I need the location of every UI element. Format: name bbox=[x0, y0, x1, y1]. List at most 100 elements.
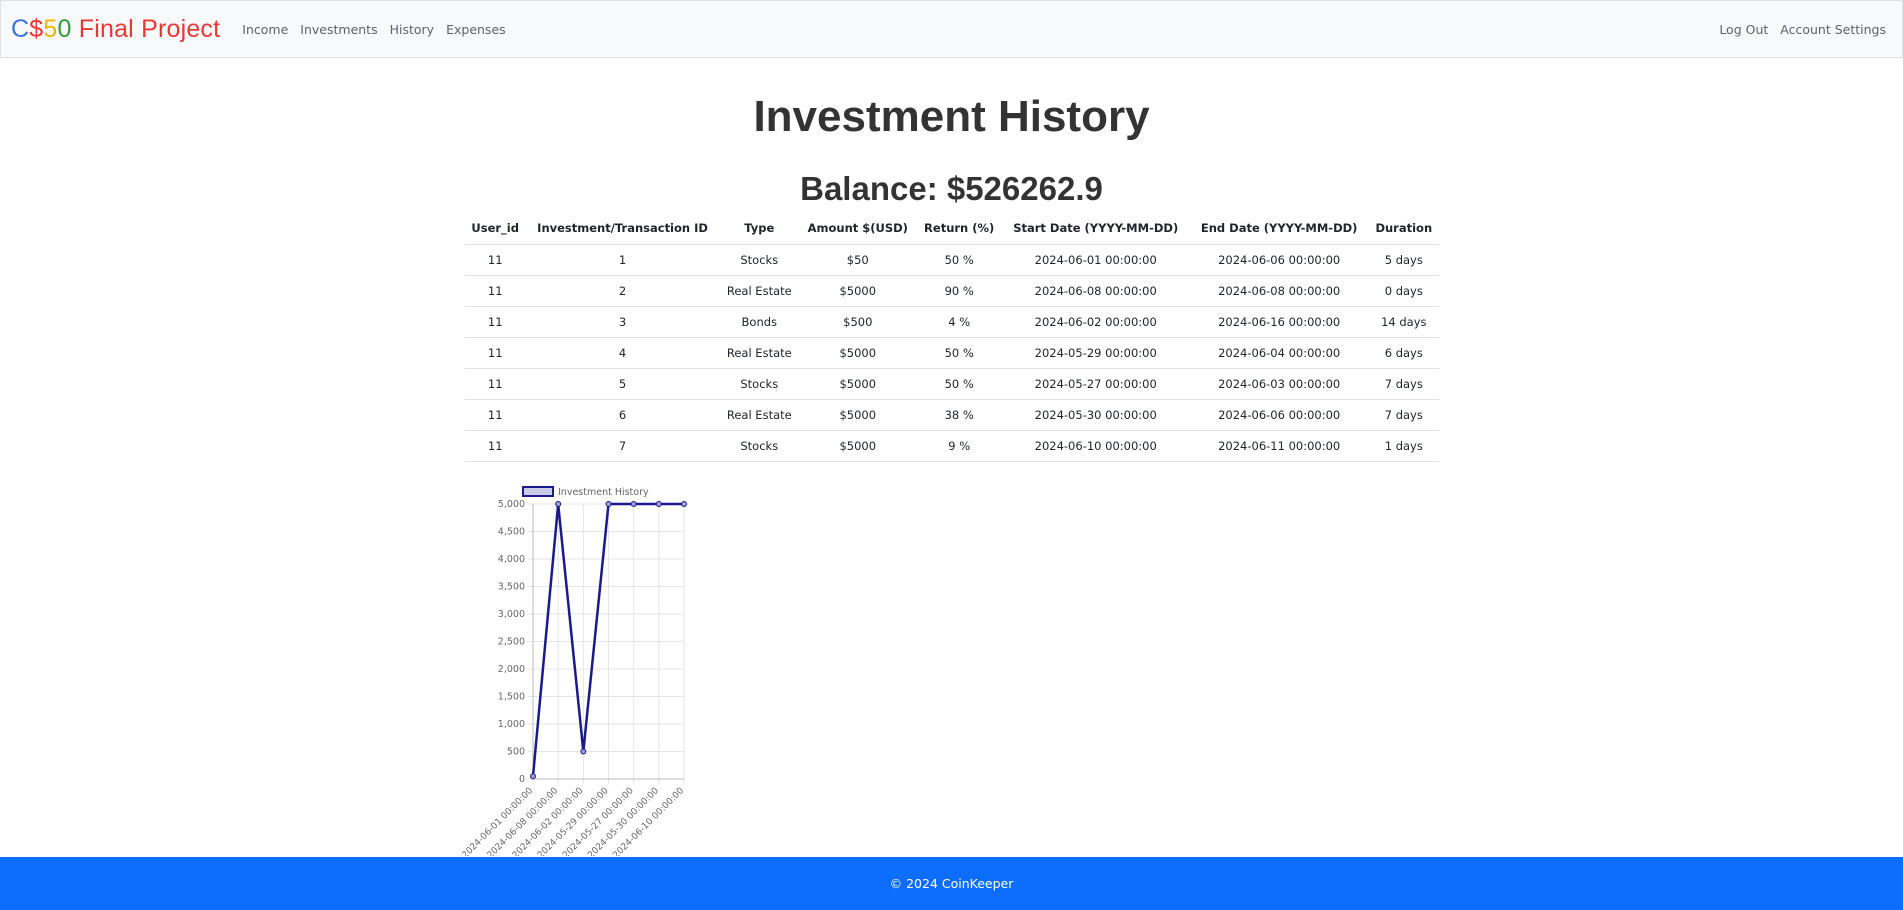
table-cell: Real Estate bbox=[719, 337, 799, 369]
table-row: 11 2 Real Estate $5000 90 % 2024-06-08 00:00:… bbox=[465, 275, 1439, 307]
y-tick-label: 3,500 bbox=[498, 582, 525, 593]
investment-chart: 0 500 1,000 1,500 2,000 2,500 3,000 3,500 4,000 4… bbox=[460, 482, 692, 861]
y-tick-label: 2,000 bbox=[498, 664, 525, 675]
table-cell: $50 bbox=[798, 244, 917, 276]
table-cell: Bonds bbox=[719, 306, 799, 338]
table-cell: 2024-06-06 00:00:00 bbox=[1189, 244, 1369, 276]
nav-link-history[interactable]: History bbox=[384, 22, 440, 37]
brand-part: 0 bbox=[57, 14, 72, 43]
table-body: 11 1 Stocks $50 50 % 2024-06-01 00:00:00 2024-… bbox=[465, 244, 1439, 462]
y-tick-label: 1,000 bbox=[498, 719, 525, 730]
table-cell: 2 bbox=[525, 275, 720, 307]
y-tick-label: 500 bbox=[507, 747, 525, 758]
table-cell: $5000 bbox=[798, 275, 917, 307]
table-cell: Real Estate bbox=[719, 399, 799, 431]
navbar: C$50 Final Project Income Investments Hist… bbox=[0, 0, 1903, 58]
data-point bbox=[605, 501, 612, 507]
table-cell: 11 bbox=[465, 306, 526, 338]
y-tick-label: 2,500 bbox=[498, 637, 525, 648]
table-row: 11 4 Real Estate $5000 50 % 2024-05-29 00:00:… bbox=[465, 337, 1439, 369]
table-cell: 2024-06-10 00:00:00 bbox=[1001, 430, 1190, 462]
column-header: Investment/Transaction ID bbox=[525, 213, 720, 245]
brand-part: 5 bbox=[43, 14, 58, 43]
table-cell: 11 bbox=[465, 337, 526, 369]
nav-links: Income Investments History Expenses bbox=[236, 22, 511, 37]
chart-svg: 0 500 1,000 1,500 2,000 2,500 3,000 3,500 4,000 4… bbox=[460, 486, 687, 861]
table-row: 11 6 Real Estate $5000 38 % 2024-05-30 00:00:… bbox=[465, 399, 1439, 431]
table-cell: $5000 bbox=[798, 368, 917, 400]
table-cell: Stocks bbox=[719, 244, 799, 276]
table-cell: 2024-06-02 00:00:00 bbox=[1001, 306, 1190, 338]
table-cell: $5000 bbox=[798, 399, 917, 431]
table-cell: 7 bbox=[525, 430, 720, 462]
y-tick-label: 0 bbox=[519, 774, 525, 785]
column-header: Return (%) bbox=[916, 213, 1002, 245]
table-cell: 2024-05-27 00:00:00 bbox=[1001, 368, 1190, 400]
legend-label: Investment History bbox=[558, 487, 649, 498]
table-cell: $5000 bbox=[798, 337, 917, 369]
table-cell: 90 % bbox=[916, 275, 1002, 307]
table-cell: 38 % bbox=[916, 399, 1002, 431]
table-cell: 11 bbox=[465, 430, 526, 462]
table-cell: 14 days bbox=[1368, 306, 1439, 338]
y-tick-label: 3,000 bbox=[498, 609, 525, 620]
nav-link-income[interactable]: Income bbox=[236, 22, 294, 37]
column-header: Duration bbox=[1368, 213, 1439, 245]
data-point bbox=[630, 501, 637, 507]
table-cell: 11 bbox=[465, 399, 526, 431]
table-row: 11 5 Stocks $5000 50 % 2024-05-27 00:00:00 202… bbox=[465, 368, 1439, 400]
brand-logo[interactable]: C$50 Final Project bbox=[11, 15, 220, 44]
y-tick-label: 4,500 bbox=[498, 527, 525, 538]
nav-link-log-out[interactable]: Log Out bbox=[1713, 22, 1774, 37]
y-tick-label: 5,000 bbox=[498, 499, 525, 510]
nav-link-account-settings[interactable]: Account Settings bbox=[1774, 22, 1892, 37]
table-cell: 7 days bbox=[1368, 399, 1439, 431]
data-point bbox=[655, 501, 662, 507]
table-cell: 2024-06-11 00:00:00 bbox=[1189, 430, 1369, 462]
table-cell: Real Estate bbox=[719, 275, 799, 307]
table-cell: Stocks bbox=[719, 368, 799, 400]
table-cell: 2024-05-30 00:00:00 bbox=[1001, 399, 1190, 431]
data-point bbox=[555, 501, 562, 507]
table-cell: 5 bbox=[525, 368, 720, 400]
column-header: Start Date (YYYY-MM-DD) bbox=[1001, 213, 1190, 245]
table-row: 11 7 Stocks $5000 9 % 2024-06-10 00:00:00 2024… bbox=[465, 430, 1439, 462]
table-cell: 11 bbox=[465, 244, 526, 276]
table-cell: 4 % bbox=[916, 306, 1002, 338]
table-cell: 50 % bbox=[916, 244, 1002, 276]
table-cell: $5000 bbox=[798, 430, 917, 462]
table-cell: 6 days bbox=[1368, 337, 1439, 369]
table-cell: 0 days bbox=[1368, 275, 1439, 307]
table-cell: 2024-05-29 00:00:00 bbox=[1001, 337, 1190, 369]
table-cell: 2024-06-08 00:00:00 bbox=[1189, 275, 1369, 307]
table-cell: Stocks bbox=[719, 430, 799, 462]
column-header: User_id bbox=[465, 213, 526, 245]
table-cell: 11 bbox=[465, 275, 526, 307]
table-cell: $500 bbox=[798, 306, 917, 338]
brand-part: Final Project bbox=[71, 14, 221, 43]
column-header: Amount $(USD) bbox=[798, 213, 917, 245]
table-cell: 2024-06-06 00:00:00 bbox=[1189, 399, 1369, 431]
table-cell: 3 bbox=[525, 306, 720, 338]
data-point bbox=[681, 501, 687, 507]
table-cell: 5 days bbox=[1368, 244, 1439, 276]
table-cell: 1 days bbox=[1368, 430, 1439, 462]
data-point bbox=[580, 748, 587, 755]
legend-swatch bbox=[522, 486, 554, 497]
nav-link-investments[interactable]: Investments bbox=[294, 22, 383, 37]
nav-link-expenses[interactable]: Expenses bbox=[440, 22, 512, 37]
table-cell: 4 bbox=[525, 337, 720, 369]
nav-right-links: Log Out Account Settings bbox=[1713, 22, 1892, 37]
table-cell: 2024-06-16 00:00:00 bbox=[1189, 306, 1369, 338]
column-header: End Date (YYYY-MM-DD) bbox=[1189, 213, 1369, 245]
table-cell: 11 bbox=[465, 368, 526, 400]
table-cell: 50 % bbox=[916, 368, 1002, 400]
data-point bbox=[530, 773, 536, 780]
column-header: Type bbox=[719, 213, 799, 245]
investment-table: User_id Investment/Transaction ID Type Amou… bbox=[465, 213, 1439, 462]
table-cell: 2024-06-03 00:00:00 bbox=[1189, 368, 1369, 400]
table-cell: 9 % bbox=[916, 430, 1002, 462]
table-cell: 2024-06-08 00:00:00 bbox=[1001, 275, 1190, 307]
footer: © 2024 CoinKeeper bbox=[0, 857, 1903, 910]
table-cell: 7 days bbox=[1368, 368, 1439, 400]
